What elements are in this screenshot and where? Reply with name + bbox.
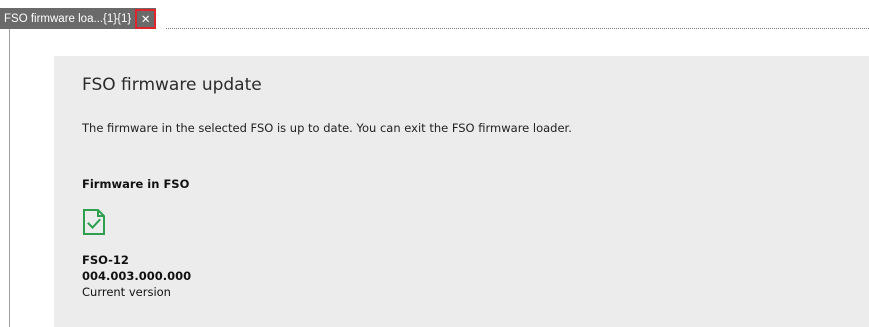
page-title: FSO firmware update [82,75,262,95]
left-border [9,29,10,327]
firmware-status: Current version [82,285,171,299]
section-heading-firmware: Firmware in FSO [82,177,190,191]
tab-fso-firmware-loader[interactable]: FSO firmware loa...{1}{1} ✕ [0,8,157,29]
fso-firmware-window: FSO firmware loa...{1}{1} ✕ FSO firmware… [0,0,869,327]
document-check-icon [82,208,106,236]
tab-bar: FSO firmware loa...{1}{1} ✕ [0,0,869,30]
close-icon[interactable]: ✕ [135,8,157,29]
tab-bar-divider [166,28,869,29]
status-message: The firmware in the selected FSO is up t… [82,121,572,135]
firmware-name: FSO-12 [82,253,129,267]
firmware-version: 004.003.000.000 [82,269,192,283]
firmware-update-panel: FSO firmware update The firmware in the … [54,56,869,327]
tab-label: FSO firmware loa...{1}{1} [4,12,132,25]
